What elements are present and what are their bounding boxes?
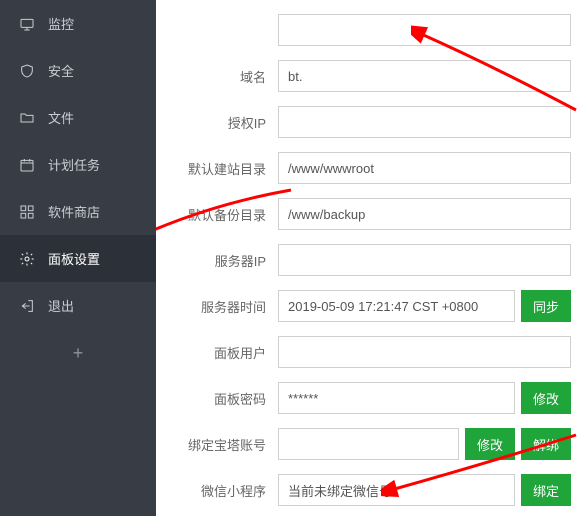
label-domain: 域名 [156, 67, 266, 86]
calendar-icon [18, 156, 36, 174]
sidebar-item-label: 文件 [48, 108, 74, 127]
sidebar-item-cron[interactable]: 计划任务 [0, 141, 156, 188]
server-time-value: 2019-05-09 17:21:47 CST +0800 [278, 290, 515, 322]
sidebar-item-store[interactable]: 软件商店 [0, 188, 156, 235]
shield-icon [18, 62, 36, 80]
folder-icon [18, 109, 36, 127]
sidebar-item-label: 面板设置 [48, 249, 100, 268]
sidebar-item-label: 安全 [48, 61, 74, 80]
label-wechat: 微信小程序 [156, 481, 266, 500]
panel-user-input[interactable] [278, 336, 571, 368]
label-backup-dir: 默认备份目录 [156, 205, 266, 224]
sidebar-item-monitor[interactable]: 监控 [0, 0, 156, 47]
sidebar-item-files[interactable]: 文件 [0, 94, 156, 141]
label-panel-user: 面板用户 [156, 343, 266, 362]
sidebar-item-exit[interactable]: 退出 [0, 282, 156, 329]
sidebar-item-panel-settings[interactable]: 面板设置 [0, 235, 156, 282]
label-bind-bt: 绑定宝塔账号 [156, 435, 266, 454]
sidebar-item-label: 监控 [48, 14, 74, 33]
bind-bt-value [278, 428, 459, 460]
label-site-dir: 默认建站目录 [156, 159, 266, 178]
modify-pwd-button[interactable]: 修改 [521, 382, 571, 414]
server-ip-input[interactable] [278, 244, 571, 276]
site-dir-input[interactable] [278, 152, 571, 184]
domain-input[interactable] [278, 60, 571, 92]
label-auth-ip: 授权IP [156, 113, 266, 132]
sidebar: 监控 安全 文件 计划任务 软件商店 面板设置 退出 + [0, 0, 156, 516]
gear-icon [18, 250, 36, 268]
grid-icon [18, 203, 36, 221]
sidebar-item-label: 软件商店 [48, 202, 100, 221]
exit-icon [18, 297, 36, 315]
sidebar-item-security[interactable]: 安全 [0, 47, 156, 94]
modify-bt-button[interactable]: 修改 [465, 428, 515, 460]
wechat-value: 当前未绑定微信号 [278, 474, 515, 506]
backup-dir-input[interactable] [278, 198, 571, 230]
sidebar-item-label: 计划任务 [48, 155, 100, 174]
label-server-time: 服务器时间 [156, 297, 266, 316]
sidebar-add[interactable]: + [0, 329, 156, 378]
main-panel: 域名 授权IP 默认建站目录 默认备份目录 服务器IP 服务器时间 2019-0… [156, 0, 579, 516]
monitor-icon [18, 15, 36, 33]
sync-button[interactable]: 同步 [521, 290, 571, 322]
panel-pwd-value: ****** [278, 382, 515, 414]
auth-ip-input[interactable] [278, 106, 571, 138]
label-server-ip: 服务器IP [156, 251, 266, 270]
bind-wechat-button[interactable]: 绑定 [521, 474, 571, 506]
sidebar-item-label: 退出 [48, 296, 74, 315]
unbind-bt-button[interactable]: 解绑 [521, 428, 571, 460]
label-panel-pwd: 面板密码 [156, 389, 266, 408]
